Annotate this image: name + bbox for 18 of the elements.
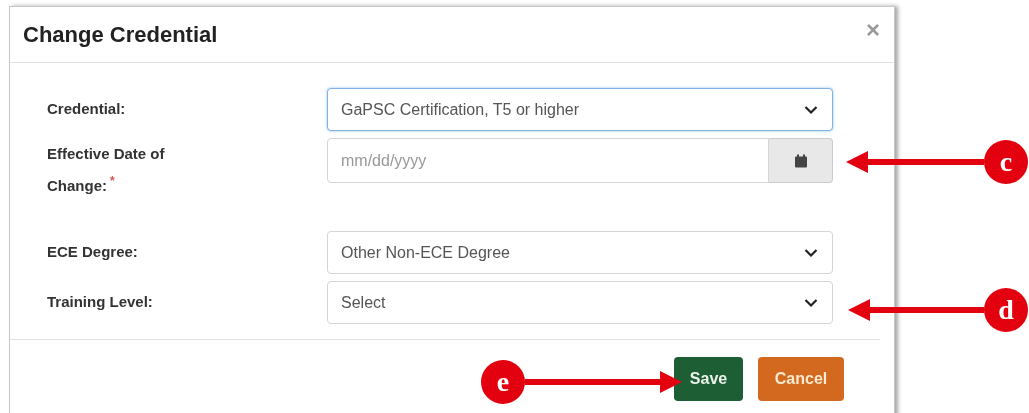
callout-badge: d [984, 288, 1028, 332]
calendar-button[interactable] [769, 138, 833, 183]
calendar-icon [793, 153, 808, 168]
dialog-title: Change Credential [23, 21, 218, 48]
chevron-down-icon [804, 104, 818, 115]
callout-badge: c [984, 140, 1028, 184]
field-label: Training Level: [47, 292, 154, 312]
chevron-down-icon [804, 247, 818, 258]
chevron-down-icon [804, 297, 818, 308]
callout-badge: e [481, 360, 525, 404]
save-button[interactable]: Save [674, 357, 743, 401]
select-field[interactable]: GaPSC Certification, T5 or higher [327, 88, 833, 131]
select-field[interactable]: Select [327, 281, 833, 324]
select-field[interactable]: Other Non-ECE Degree [327, 231, 833, 274]
field-label: ECE Degree: [47, 242, 139, 262]
field-label: Effective Date of Change: $^{*}$ [47, 144, 166, 196]
date-input[interactable]: mm/dd/yyyy [327, 138, 769, 183]
field-label: Credential: [47, 99, 127, 119]
